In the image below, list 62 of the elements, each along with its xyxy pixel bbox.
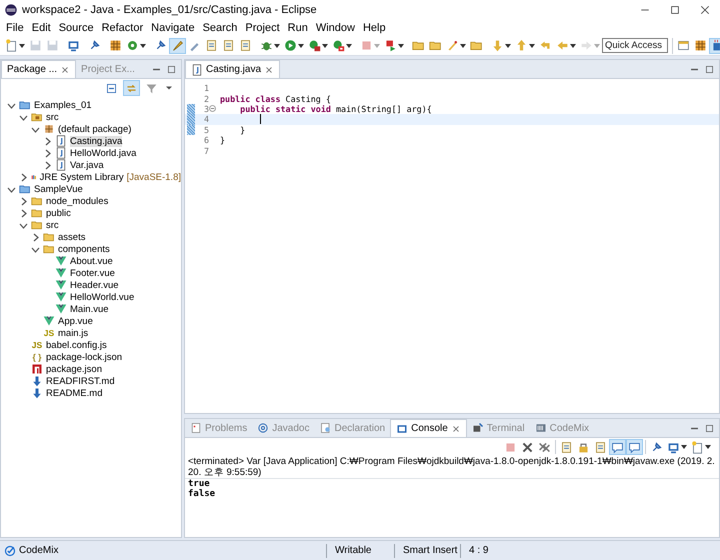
console-header: <terminated> Var [Java Application] C:₩Program Files₩ojdkbuild₩java-1.8.0-openjdk-1.8.0.191-1₩bin₩javaw.exe (2019. 2. 20. 오후 9:55:59) [185, 456, 719, 479]
status-label[interactable]: CodeMix [19, 545, 58, 556]
menu-item[interactable]: Edit [28, 20, 55, 36]
line-number: 5 [202, 124, 209, 135]
menu-item[interactable]: Project [241, 20, 284, 36]
tree-item[interactable]: HelloWorld.java [70, 148, 136, 158]
tree-item[interactable]: package.json [46, 364, 102, 374]
code-line: public static void main(String[] arg){ [240, 104, 432, 114]
tree-item[interactable]: HelloWorld.vue [70, 292, 134, 302]
menu-item[interactable]: Navigate [147, 20, 199, 36]
code-line: } [220, 135, 226, 146]
tree-item[interactable]: src [46, 220, 59, 230]
status-field: Smart Insert [394, 544, 460, 558]
tree-item[interactable]: Var.java [70, 160, 104, 170]
line-number: 4 [202, 114, 209, 124]
menu-item[interactable]: Help [358, 20, 390, 36]
file-type-icon: JS [43, 328, 55, 338]
line-number: 1 [202, 83, 209, 94]
code-line: public class Casting { [220, 94, 331, 104]
tree-item[interactable]: (default package) [58, 124, 132, 134]
tree-item[interactable]: About.vue [70, 256, 113, 266]
tree-item[interactable]: Header.vue [70, 280, 119, 290]
tree-item[interactable]: assets [58, 232, 86, 242]
tree-item[interactable]: Main.vue [70, 304, 109, 314]
line-number: 7 [202, 146, 209, 156]
tab[interactable]: Package ... [1, 60, 76, 78]
tree-item[interactable]: SampleVue [34, 184, 83, 194]
tree-item[interactable]: main.js [58, 328, 88, 338]
quick-access-field[interactable]: Quick Access [602, 38, 668, 53]
tree-item[interactable]: babel.config.js [46, 340, 107, 350]
menu-item[interactable]: Window [312, 20, 359, 36]
menu-item[interactable]: Source [54, 20, 98, 36]
tree-item[interactable]: components [58, 244, 110, 254]
tree-item[interactable]: public [46, 208, 71, 218]
tree-item[interactable]: README.md [46, 388, 102, 398]
line-number: 2 [202, 94, 209, 104]
tree-item[interactable]: App.vue [58, 316, 93, 326]
menu-item[interactable]: Refactor [98, 20, 148, 36]
tree-item[interactable]: node_modules [46, 196, 108, 206]
tree-item-decoration: [JavaSE-1.8] [126, 172, 181, 182]
tree-item[interactable]: Examples_01 [34, 100, 92, 110]
console-output-line: true [187, 479, 211, 489]
file-type-icon: JS [31, 340, 43, 350]
tree-item[interactable]: Footer.vue [70, 268, 115, 278]
menu-item[interactable]: Run [284, 20, 312, 36]
window-title: workspace2 - Java - Examples_01/src/Casting.java - Eclipse [22, 4, 318, 16]
line-number: 3 [202, 104, 209, 114]
console-output-line: false [187, 489, 216, 499]
tree-item[interactable]: Casting.java [70, 136, 122, 146]
line-number: 6 [202, 135, 209, 146]
status-field: Writable [326, 544, 394, 558]
menu-item[interactable]: Search [198, 20, 242, 36]
menu-item[interactable]: File [2, 20, 28, 36]
tree-item[interactable]: package-lock.json [46, 352, 122, 362]
status-field: 4 : 9 [460, 544, 510, 558]
tree-item[interactable]: src [46, 112, 59, 122]
code-line: } [239, 124, 246, 135]
tree-item[interactable]: JRE System Library [40, 172, 124, 182]
file-type-icon: { } [31, 352, 43, 362]
tab[interactable]: Console [390, 419, 467, 437]
tab[interactable]: Casting.java [185, 60, 280, 78]
tree-item[interactable]: READFIRST.md [46, 376, 115, 386]
